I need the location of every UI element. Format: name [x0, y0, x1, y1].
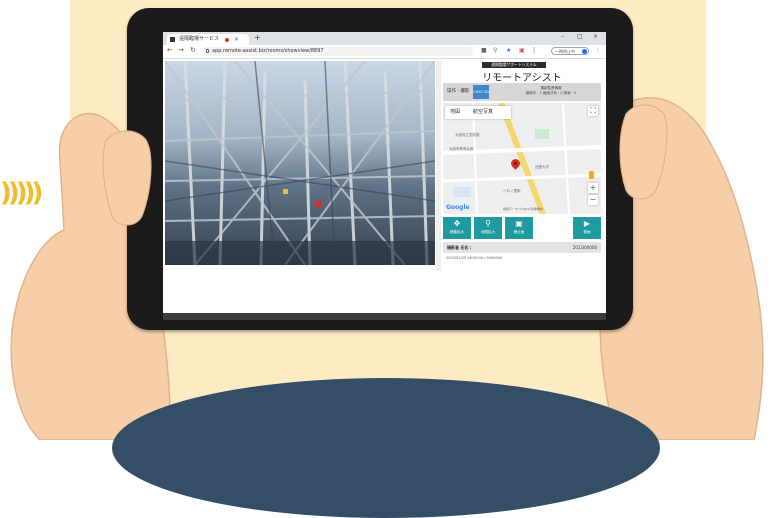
- map-place-label: 大阪府立図書館: [455, 133, 480, 137]
- tablet-device: 遠隔臨場サービス × + – □ × ← → ↻ app.remote-assi…: [127, 8, 633, 330]
- session-timestamp: 2023/01/25 16:00:00 / 0000000: [446, 256, 502, 260]
- session-info-detail: 接続中 : 2 画面共有 : 0 録画 : 0: [525, 91, 577, 95]
- close-window-button[interactable]: ×: [593, 33, 598, 40]
- bookmark-star-icon[interactable]: ★: [506, 47, 511, 54]
- profile-label: 一時停止中: [555, 49, 575, 54]
- tab-title: 遠隔臨場サービス: [179, 36, 220, 42]
- map-roads: [443, 103, 601, 214]
- operator-info-header: 撮影者 氏名 : 2023/00000: [443, 242, 601, 253]
- app-brand-title: リモートアシスト: [482, 73, 562, 84]
- control-panel: 遠隔臨場サポートシステム リモートアシスト 操作 : 撮影 CHAT-ON 撮影…: [442, 61, 602, 311]
- action-label: 録画: [583, 230, 591, 234]
- operator-id: 2023/00000: [572, 245, 597, 250]
- scaffolding-image: [165, 61, 435, 265]
- record-icon: ▶: [583, 219, 591, 228]
- google-logo: Google: [446, 204, 470, 211]
- chat-toggle-button[interactable]: CHAT-ON: [473, 85, 489, 99]
- right-thumb: [619, 104, 668, 200]
- map-place-label: 近畿大学: [535, 165, 549, 169]
- move-zoom-button[interactable]: ✥ 移動拡大: [443, 217, 471, 239]
- fullscreen-icon[interactable]: ⛶: [588, 106, 598, 116]
- divider-icon: |: [533, 47, 536, 54]
- browser-window: 遠隔臨場サービス × + – □ × ← → ↻ app.remote-assi…: [163, 32, 606, 320]
- tab-map[interactable]: 地図: [450, 106, 460, 119]
- tab-satellite[interactable]: 航空写真: [473, 106, 493, 119]
- address-bar[interactable]: app.remote-assist.biz/rooms/showview/889…: [203, 47, 473, 56]
- snapshot-button[interactable]: ▣ 静止画: [505, 217, 533, 239]
- back-button[interactable]: ←: [167, 46, 173, 54]
- map-zoom-button[interactable]: ⚲ 地図拡大: [474, 217, 502, 239]
- favicon-icon: [170, 37, 175, 42]
- action-buttons: ✥ 移動拡大 ⚲ 地図拡大 ▣ 静止画 ▶ 録画: [443, 217, 601, 239]
- browser-toolbar: ← → ↻ app.remote-assist.biz/rooms/showvi…: [163, 45, 606, 59]
- location-map[interactable]: 地図 航空写真 ⛶ 大阪府立図書館 大阪府教育会館 近畿大学 八戸ノ里駅 + −…: [443, 103, 601, 214]
- lock-icon: [206, 49, 209, 53]
- zoom-out-button[interactable]: −: [588, 195, 598, 205]
- camera-icon[interactable]: ■: [481, 47, 487, 54]
- tab-bar: 遠隔臨場サービス × + – □ ×: [163, 32, 606, 45]
- forward-button[interactable]: →: [178, 46, 184, 54]
- action-label: 地図拡大: [481, 230, 495, 234]
- map-type-tabs: 地図 航空写真: [445, 106, 511, 119]
- browser-tab[interactable]: 遠隔臨場サービス ×: [167, 34, 249, 45]
- menu-icon[interactable]: ⋮: [595, 47, 601, 54]
- close-tab-icon[interactable]: ×: [234, 34, 239, 45]
- live-camera-feed[interactable]: [165, 61, 435, 265]
- extension-icon[interactable]: ▣: [519, 47, 525, 54]
- status-label: 操作 : 撮影: [447, 89, 470, 94]
- profile-button[interactable]: 一時停止中: [551, 47, 589, 55]
- recording-indicator-icon: [225, 38, 229, 42]
- record-button[interactable]: ▶ 録画: [573, 217, 601, 239]
- zoom-in-button[interactable]: +: [588, 183, 598, 193]
- left-thumb: [102, 130, 152, 226]
- maximize-button[interactable]: □: [577, 33, 583, 40]
- system-caption: 遠隔臨場サポートシステム: [482, 62, 546, 68]
- session-info: 撮影監督情報 接続中 : 2 画面共有 : 0 録画 : 0: [503, 86, 599, 96]
- page-scrollbar[interactable]: [436, 61, 441, 271]
- caption-banner: [112, 378, 660, 518]
- map-credit: 地図データ ©2023 利用規約: [503, 207, 543, 211]
- reload-button[interactable]: ↻: [190, 46, 196, 54]
- action-label: 移動拡大: [450, 230, 464, 234]
- status-bar: 操作 : 撮影 CHAT-ON 撮影監督情報 接続中 : 2 画面共有 : 0 …: [443, 83, 601, 101]
- avatar: [582, 49, 587, 54]
- image-icon: ▣: [515, 219, 523, 228]
- action-label: 静止画: [513, 230, 525, 234]
- move-icon: ✥: [453, 219, 461, 228]
- new-tab-button[interactable]: +: [254, 33, 261, 42]
- bottom-strip: [163, 313, 606, 320]
- zoom-icon[interactable]: ⚲: [493, 47, 497, 54]
- location-icon: ⚲: [485, 219, 491, 228]
- minimize-button[interactable]: –: [561, 33, 564, 40]
- map-place-label: 八戸ノ里駅: [503, 189, 521, 193]
- operator-name-label: 撮影者 氏名 :: [447, 245, 472, 250]
- street-view-pegman-icon[interactable]: [589, 171, 594, 179]
- url-text: app.remote-assist.biz/rooms/showview/889…: [212, 48, 324, 54]
- map-place-label: 大阪府教育会館: [449, 147, 474, 151]
